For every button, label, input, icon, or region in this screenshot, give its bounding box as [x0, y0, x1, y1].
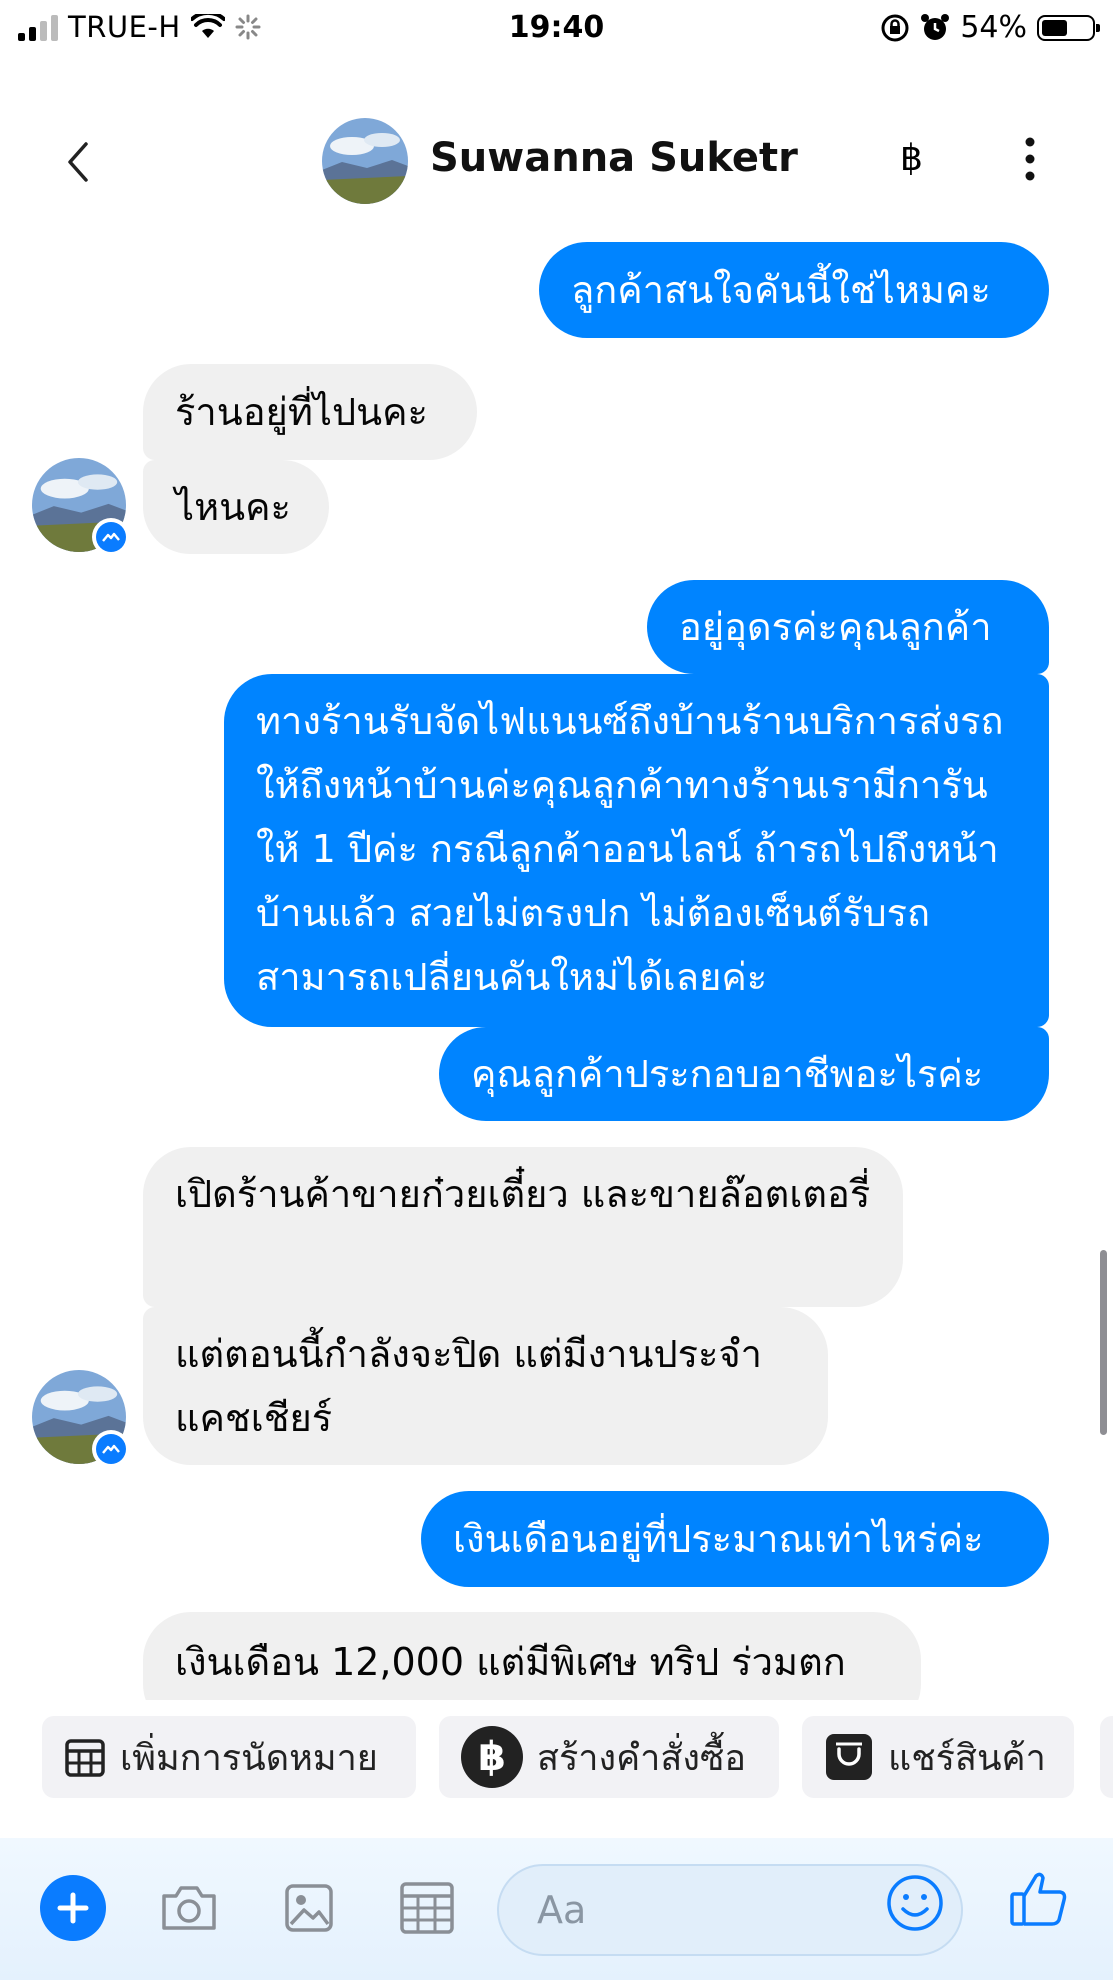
message-composer: Aa	[0, 1838, 1113, 1980]
shopping-bag-icon	[826, 1734, 872, 1780]
quick-actions-bar: เพิ่มการนัดหมาย ฿ สร้างคำสั่งซื้อ แชร์สิ…	[0, 1700, 1113, 1810]
create-order-button[interactable]: ฿ สร้างคำสั่งซื้อ	[439, 1716, 779, 1798]
calendar-icon	[65, 1739, 105, 1777]
message-clip: เงินเดือน 12,000 แต่มีพิเศษ ทริป ร่วมตก	[0, 1610, 1113, 1700]
create-order-label: สร้างคำสั่งซื้อ	[537, 1737, 747, 1779]
message-input-placeholder: Aa	[537, 1888, 587, 1932]
message-bubble-outgoing[interactable]: ลูกค้าสนใจคันนี้ใช่ไหมคะ	[539, 242, 1049, 338]
thumbs-up-icon[interactable]	[1008, 1868, 1070, 1930]
add-appointment-label: เพิ่มการนัดหมาย	[120, 1737, 378, 1779]
baht-payment-icon[interactable]: ฿	[900, 138, 923, 179]
add-appointment-button[interactable]: เพิ่มการนัดหมาย	[42, 1716, 416, 1798]
messenger-badge-icon	[92, 1430, 130, 1468]
calendar-table-icon[interactable]	[396, 1878, 458, 1938]
message-bubble-incoming[interactable]: ร้านอยู่ที่ไปนคะ	[143, 364, 477, 460]
scrollbar[interactable]	[1100, 1250, 1107, 1435]
more-options-icon[interactable]	[1020, 136, 1040, 182]
message-bubble-outgoing[interactable]: ทางร้านรับจัดไฟแนนซ์ถึงบ้านร้านบริการส่ง…	[224, 674, 1049, 1027]
gallery-icon[interactable]	[278, 1878, 340, 1938]
alarm-icon	[921, 13, 950, 40]
plus-icon	[57, 1892, 89, 1924]
camera-icon[interactable]	[158, 1878, 220, 1938]
sender-avatar[interactable]	[32, 1370, 130, 1468]
message-bubble-incoming[interactable]: เงินเดือน 12,000 แต่มีพิเศษ ทริป ร่วมตก	[143, 1612, 921, 1700]
message-bubble-incoming[interactable]: แต่ตอนนี้กำลังจะปิด แต่มีงานประจำแคชเชีย…	[143, 1307, 828, 1465]
battery-icon	[1037, 14, 1100, 41]
message-bubble-outgoing[interactable]: คุณลูกค้าประกอบอาชีพอะไรค่ะ	[439, 1027, 1049, 1121]
share-product-button[interactable]: แชร์สินค้า	[802, 1716, 1074, 1798]
message-bubble-outgoing[interactable]: อยู่อุดรค่ะคุณลูกค้า	[647, 580, 1049, 674]
battery-percent: 54%	[960, 10, 1027, 45]
contact-name[interactable]: Suwanna Suketr	[430, 135, 798, 181]
plus-button[interactable]	[40, 1875, 106, 1941]
message-bubble-outgoing[interactable]: เงินเดือนอยู่ที่ประมาณเท่าไหร่ค่ะ	[421, 1491, 1049, 1587]
messenger-badge-icon	[92, 518, 130, 556]
orientation-lock-icon	[881, 14, 909, 41]
baht-circle-icon: ฿	[461, 1726, 523, 1788]
message-bubble-incoming[interactable]: เปิดร้านค้าขายก๋วยเตี๋ยว และขายล๊อตเตอรี…	[143, 1147, 903, 1307]
message-bubble-incoming[interactable]: ไหนคะ	[143, 460, 329, 554]
share-product-label: แชร์สินค้า	[888, 1737, 1046, 1779]
more-actions-chip[interactable]	[1100, 1716, 1113, 1798]
back-arrow-icon[interactable]	[58, 132, 98, 192]
chat-header: Suwanna Suketr ฿	[0, 90, 1113, 230]
status-bar: TRUE-H 19:40 54%	[0, 0, 1113, 60]
sender-avatar[interactable]	[32, 458, 130, 556]
contact-avatar[interactable]	[322, 118, 408, 204]
emoji-icon[interactable]	[885, 1873, 945, 1933]
